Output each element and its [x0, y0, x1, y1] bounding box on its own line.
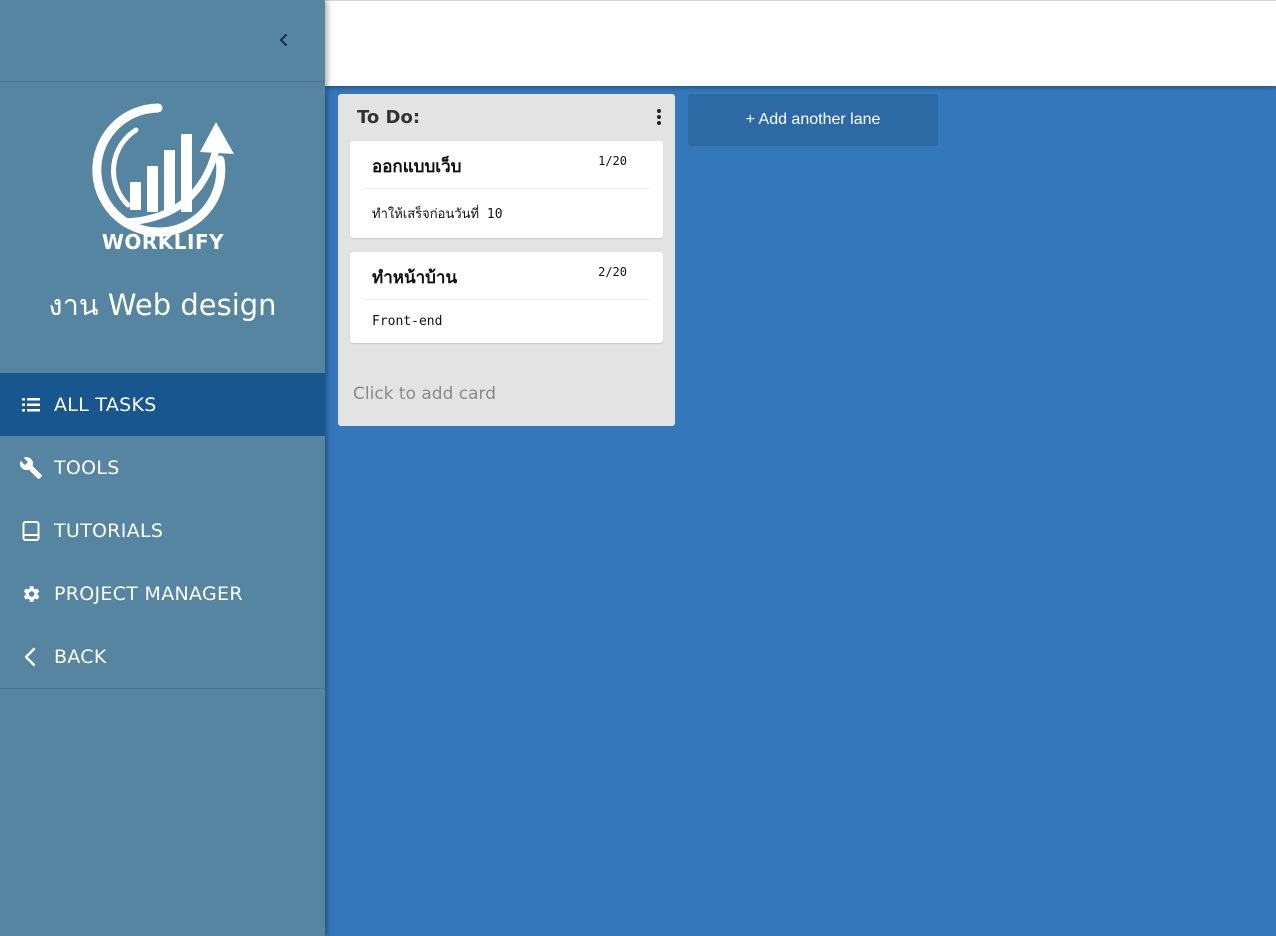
more-vert-icon-dot	[657, 115, 661, 119]
lane-to-do: To Do: ออกแบบเว็บ 1/20 ทำให้เสร็จก่อนวัน…	[338, 94, 675, 426]
card-description: ทำให้เสร็จก่อนวันที่ 10	[372, 207, 503, 222]
card-description: Front-end	[372, 314, 443, 329]
nav-item-label: TOOLS	[54, 456, 120, 479]
more-vert-icon-dot	[657, 121, 661, 125]
logo-text: WORKLIFY	[101, 230, 225, 254]
add-lane-button[interactable]: + Add another lane	[688, 94, 938, 146]
list-icon	[19, 393, 43, 417]
nav-item-tutorials[interactable]: TUTORIALS	[0, 499, 325, 562]
project-title: งาน Web design	[48, 288, 277, 322]
nav-item-all-tasks[interactable]: ALL TASKS	[0, 373, 325, 436]
nav-item-project-manager[interactable]: PROJECT MANAGER	[0, 562, 325, 625]
lane-title: To Do:	[357, 106, 421, 128]
nav-item-back[interactable]: BACK	[0, 625, 325, 688]
card-label: 2/20	[598, 265, 627, 279]
lane-menu-button[interactable]	[655, 107, 663, 127]
card-header: ทำหน้าบ้าน 2/20	[364, 252, 649, 300]
add-card-link[interactable]: Click to add card	[353, 384, 496, 404]
nav-item-label: ALL TASKS	[54, 393, 157, 416]
collapse-sidebar-button[interactable]	[272, 28, 296, 52]
chevron-left-icon	[19, 645, 43, 669]
nav-item-label: PROJECT MANAGER	[54, 582, 243, 605]
sidebar: WORKLIFY งาน Web design ALL TASKS TOOLS	[0, 0, 325, 936]
more-vert-icon	[657, 109, 661, 113]
book-icon	[19, 519, 43, 543]
worklify-logo: WORKLIFY	[88, 100, 238, 258]
nav-item-label: TUTORIALS	[54, 519, 164, 542]
card-title: ออกแบบเว็บ	[372, 157, 462, 177]
task-card[interactable]: ออกแบบเว็บ 1/20 ทำให้เสร็จก่อนวันที่ 10	[350, 141, 663, 238]
card-label: 1/20	[598, 154, 627, 168]
card-header: ออกแบบเว็บ 1/20	[364, 141, 649, 189]
card-title: ทำหน้าบ้าน	[372, 268, 458, 288]
nav-item-label: BACK	[54, 645, 107, 668]
chevron-left-icon	[279, 33, 288, 47]
lane-header: To Do:	[338, 94, 675, 140]
nav-item-tools[interactable]: TOOLS	[0, 436, 325, 499]
gear-icon	[19, 582, 43, 606]
top-bar	[325, 0, 1276, 86]
wrench-icon	[19, 456, 43, 480]
sidebar-nav: ALL TASKS TOOLS TUTORIALS PROJECT MANAGE…	[0, 373, 325, 689]
task-card[interactable]: ทำหน้าบ้าน 2/20 Front-end	[350, 252, 663, 343]
sidebar-header	[0, 0, 325, 82]
